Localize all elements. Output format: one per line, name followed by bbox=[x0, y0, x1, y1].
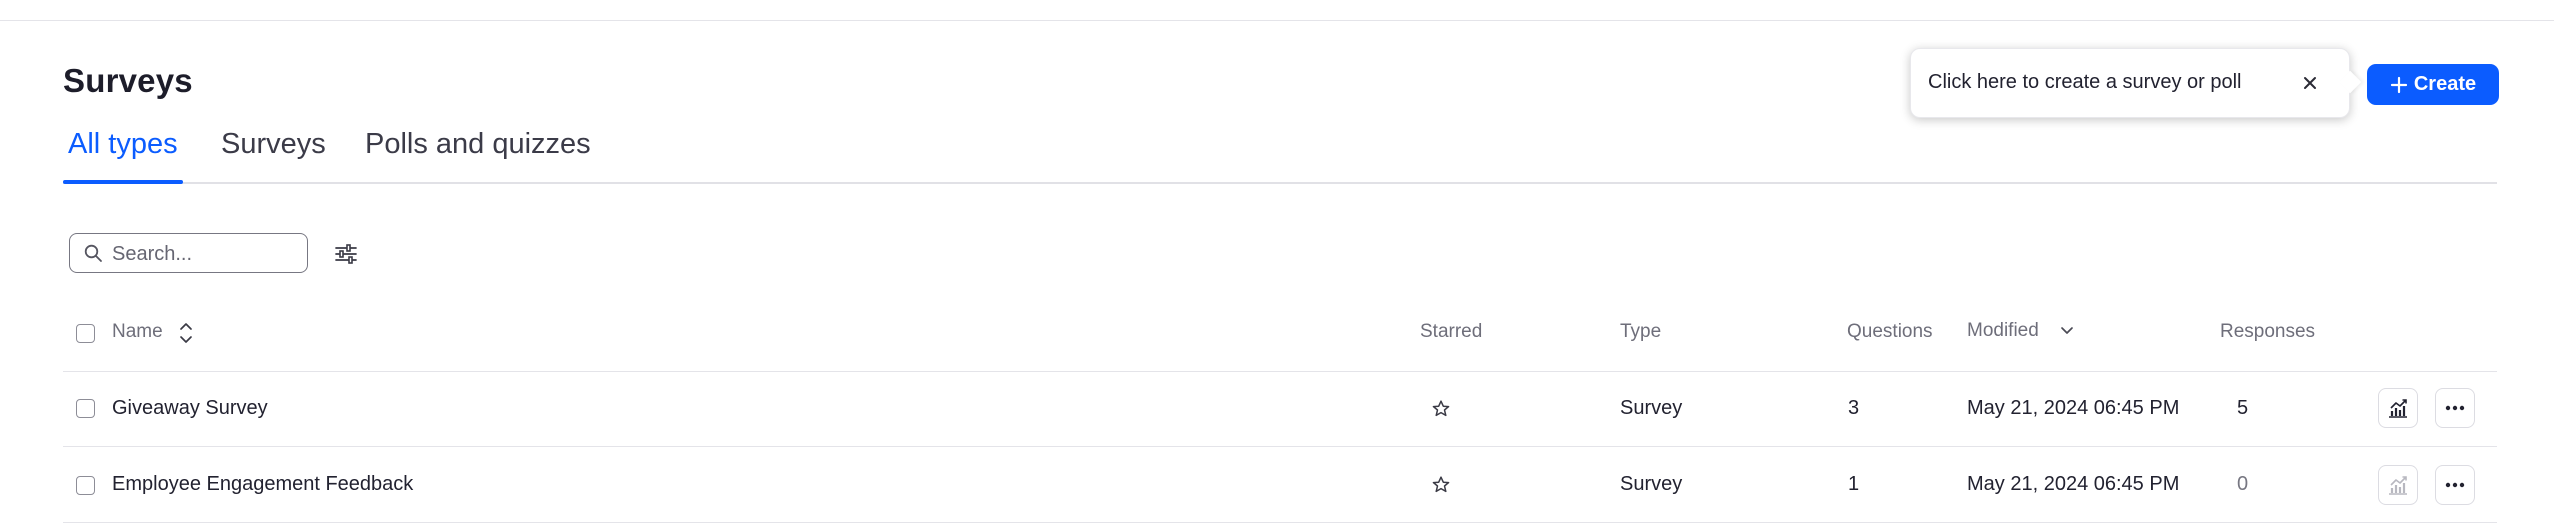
sort-icon[interactable] bbox=[178, 320, 194, 346]
column-header-name[interactable]: Name bbox=[112, 321, 163, 343]
survey-modified: May 21, 2024 06:45 PM bbox=[1967, 473, 2180, 495]
star-icon[interactable] bbox=[1431, 399, 1451, 419]
row-checkbox[interactable] bbox=[76, 476, 95, 495]
column-header-type: Type bbox=[1620, 321, 1662, 342]
column-header-responses: Responses bbox=[2220, 321, 2316, 342]
column-header-questions: Questions bbox=[1847, 321, 1933, 342]
page-title: Surveys bbox=[63, 62, 193, 99]
header-divider bbox=[63, 371, 2497, 372]
survey-responses: 5 bbox=[2237, 397, 2249, 419]
survey-responses: 0 bbox=[2237, 473, 2249, 495]
plus-icon bbox=[2390, 76, 2407, 93]
top-divider bbox=[0, 20, 2554, 21]
search-box[interactable] bbox=[69, 233, 308, 273]
more-icon bbox=[2445, 482, 2465, 488]
row-divider bbox=[63, 446, 2497, 447]
view-results-button[interactable] bbox=[2378, 465, 2418, 505]
chart-icon bbox=[2389, 399, 2407, 418]
filter-icon[interactable] bbox=[332, 240, 360, 268]
survey-questions: 1 bbox=[1848, 473, 1860, 495]
row-checkbox[interactable] bbox=[76, 399, 95, 418]
column-header-modified[interactable]: Modified bbox=[1967, 320, 2039, 342]
survey-modified: May 21, 2024 06:45 PM bbox=[1967, 397, 2180, 419]
survey-name[interactable]: Giveaway Survey bbox=[112, 397, 268, 420]
chart-icon bbox=[2389, 476, 2407, 495]
survey-name[interactable]: Employee Engagement Feedback bbox=[112, 473, 413, 496]
tab-bar: All types Surveys Polls and quizzes bbox=[63, 120, 2497, 184]
select-all-checkbox[interactable] bbox=[76, 324, 95, 343]
survey-type: Survey bbox=[1620, 473, 1683, 495]
close-icon[interactable] bbox=[2298, 71, 2322, 95]
more-icon bbox=[2445, 405, 2465, 411]
more-options-button[interactable] bbox=[2435, 388, 2475, 428]
tab-surveys[interactable]: Surveys bbox=[221, 128, 326, 180]
search-input[interactable] bbox=[110, 240, 299, 268]
star-icon[interactable] bbox=[1431, 475, 1451, 495]
column-modified-label: Modified bbox=[1967, 320, 2039, 341]
tab-polls-and-quizzes[interactable]: Polls and quizzes bbox=[365, 128, 591, 180]
more-options-button[interactable] bbox=[2435, 465, 2475, 505]
column-name-label: Name bbox=[112, 321, 163, 342]
search-icon bbox=[84, 244, 102, 262]
tab-all-types[interactable]: All types bbox=[63, 128, 183, 184]
column-header-starred: Starred bbox=[1420, 321, 1483, 342]
view-results-button[interactable] bbox=[2378, 388, 2418, 428]
tooltip-text: Click here to create a survey or poll bbox=[1928, 71, 2242, 93]
survey-questions: 3 bbox=[1848, 397, 1860, 419]
chevron-down-icon[interactable] bbox=[2060, 326, 2074, 336]
create-button-label: Create bbox=[2413, 73, 2477, 95]
create-tooltip: Click here to create a survey or poll bbox=[1910, 48, 2350, 118]
create-button[interactable]: Create bbox=[2367, 64, 2499, 105]
survey-type: Survey bbox=[1620, 397, 1683, 419]
row-divider bbox=[63, 522, 2497, 523]
